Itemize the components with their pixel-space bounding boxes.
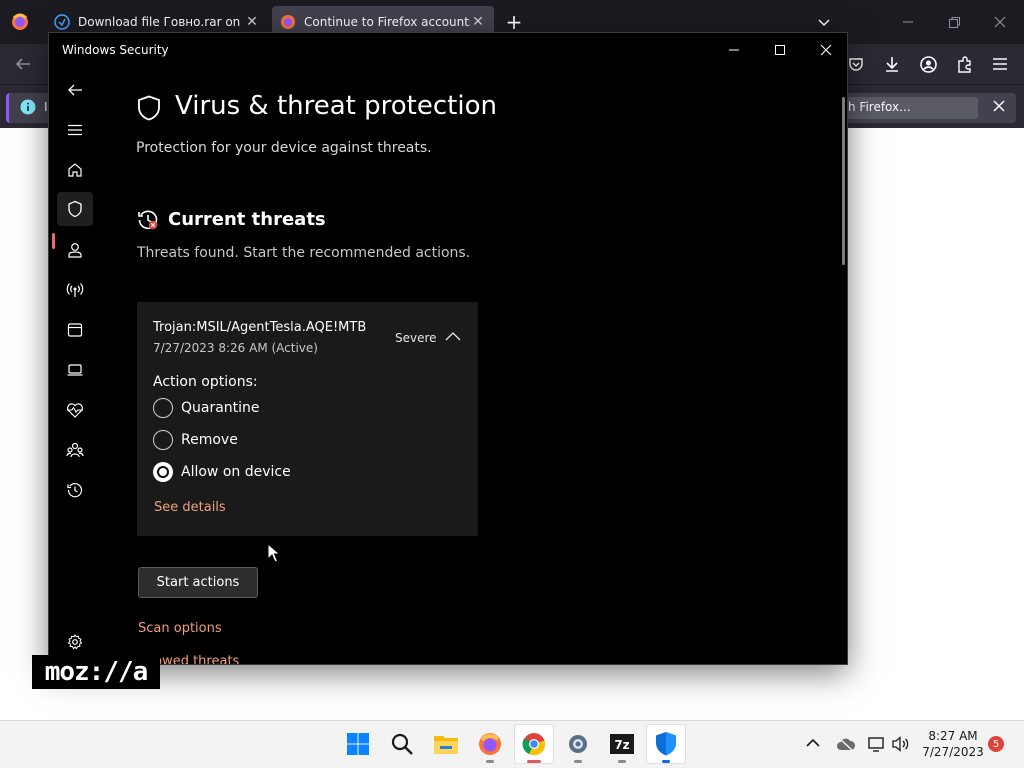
onedrive-offline-icon[interactable]	[836, 736, 856, 752]
start-actions-button[interactable]: Start actions	[138, 567, 258, 598]
mouse-cursor-icon	[267, 543, 281, 563]
new-tab-icon[interactable]: +	[504, 12, 524, 32]
section-title: Current threats	[168, 209, 326, 230]
notification-text-start: I	[44, 100, 48, 114]
app-menu-icon[interactable]	[992, 57, 1008, 71]
family-options-icon[interactable]	[57, 433, 93, 467]
downloads-icon[interactable]	[884, 55, 900, 73]
protection-history-icon[interactable]	[57, 473, 93, 507]
scrollbar-thumb[interactable]	[842, 97, 845, 265]
file-explorer-icon[interactable]	[426, 724, 466, 764]
active-indicator	[527, 760, 541, 763]
network-icon[interactable]	[868, 736, 886, 752]
page-title-shield-icon	[137, 95, 161, 121]
collapse-chevron-up-icon[interactable]	[445, 331, 461, 341]
option-label: Remove	[181, 432, 238, 448]
firefox-accounts-icon	[280, 14, 296, 30]
scan-options-link[interactable]: Scan options	[138, 621, 222, 636]
notification-close-icon[interactable]	[992, 99, 1006, 113]
option-quarantine[interactable]: Quarantine	[153, 397, 260, 419]
radio-button[interactable]	[153, 430, 173, 450]
browser-close-icon[interactable]	[992, 14, 1008, 30]
device-security-icon[interactable]	[57, 353, 93, 387]
see-details-link[interactable]: See details	[154, 500, 226, 515]
svg-text:7z: 7z	[614, 738, 629, 752]
browser-minimize-icon[interactable]	[900, 14, 916, 30]
tab-title: Continue to Firefox accounts	[304, 15, 470, 29]
extensions-icon[interactable]	[956, 56, 973, 73]
volume-icon[interactable]	[892, 736, 910, 752]
running-indicator	[618, 760, 626, 763]
option-allow-on-device[interactable]: Allow on device	[153, 461, 291, 483]
option-remove[interactable]: Remove	[153, 429, 238, 451]
account-icon[interactable]	[920, 56, 937, 73]
windows-security-icon[interactable]	[646, 724, 686, 764]
page-subtitle: Protection for your device against threa…	[136, 140, 432, 156]
mozilla-logo: moz://a	[32, 655, 160, 689]
running-indicator	[662, 760, 670, 763]
app-browser-control-icon[interactable]	[57, 313, 93, 347]
running-indicator	[574, 760, 582, 763]
running-indicator	[486, 760, 494, 763]
page-title: Virus & threat protection	[175, 91, 497, 121]
severity-label: Severe	[395, 331, 437, 345]
tray-date[interactable]: 7/27/2023	[920, 745, 986, 759]
shield-icon[interactable]	[57, 192, 93, 226]
minimize-icon[interactable]	[711, 33, 757, 67]
7zip-icon[interactable]: 7z	[602, 724, 642, 764]
active-nav-indicator	[52, 233, 55, 249]
option-label: Allow on device	[181, 464, 291, 480]
window-titlebar[interactable]: Windows Security	[49, 33, 847, 67]
settings-icon[interactable]	[558, 724, 598, 764]
chrome-icon[interactable]	[514, 724, 554, 764]
tab-title: Download file Говно.rar on Ox	[78, 15, 244, 29]
back-icon[interactable]	[14, 56, 32, 72]
settings-gear-icon[interactable]	[57, 625, 93, 659]
action-options-label: Action options:	[153, 374, 258, 390]
search-icon[interactable]	[382, 724, 422, 764]
hamburger-menu-icon[interactable]	[57, 113, 93, 147]
back-arrow-icon[interactable]	[57, 73, 93, 107]
threat-card: Trojan:MSIL/AgentTesla.AQE!MTB 7/27/2023…	[137, 302, 478, 536]
device-health-icon[interactable]	[57, 393, 93, 427]
radio-button[interactable]	[153, 398, 173, 418]
info-icon	[20, 99, 36, 115]
windows-security-window: Windows Security Virus & threat protecti…	[48, 32, 848, 665]
firewall-network-icon[interactable]	[57, 273, 93, 307]
list-tabs-chevron-icon[interactable]	[816, 14, 832, 30]
account-person-icon[interactable]	[57, 233, 93, 267]
tray-chevron-up-icon[interactable]	[806, 738, 820, 748]
tab-close-icon[interactable]: ✕	[470, 14, 486, 30]
close-icon[interactable]	[803, 33, 847, 67]
download-site-icon	[54, 14, 70, 30]
pocket-icon[interactable]	[848, 56, 864, 72]
browser-restore-icon[interactable]	[946, 14, 962, 30]
threat-date: 7/27/2023 8:26 AM (Active)	[153, 341, 318, 355]
firefox-icon[interactable]	[470, 724, 510, 764]
firefox-menu-icon[interactable]	[10, 12, 30, 32]
tab-close-icon[interactable]: ✕	[244, 14, 260, 30]
current-threats-icon	[137, 209, 159, 231]
threat-name: Trojan:MSIL/AgentTesla.AQE!MTB	[153, 320, 367, 335]
notification-count-badge[interactable]: 5	[988, 736, 1004, 752]
windows-start-icon[interactable]	[338, 724, 378, 764]
notification-action-label: h Firefox...	[848, 100, 911, 114]
home-icon[interactable]	[57, 153, 93, 187]
window-title: Windows Security	[62, 43, 169, 57]
radio-button-selected[interactable]	[153, 462, 173, 482]
tray-time[interactable]: 8:27 AM	[920, 729, 986, 743]
option-label: Quarantine	[181, 400, 260, 416]
section-description: Threats found. Start the recommended act…	[137, 245, 471, 261]
maximize-icon[interactable]	[757, 33, 803, 67]
